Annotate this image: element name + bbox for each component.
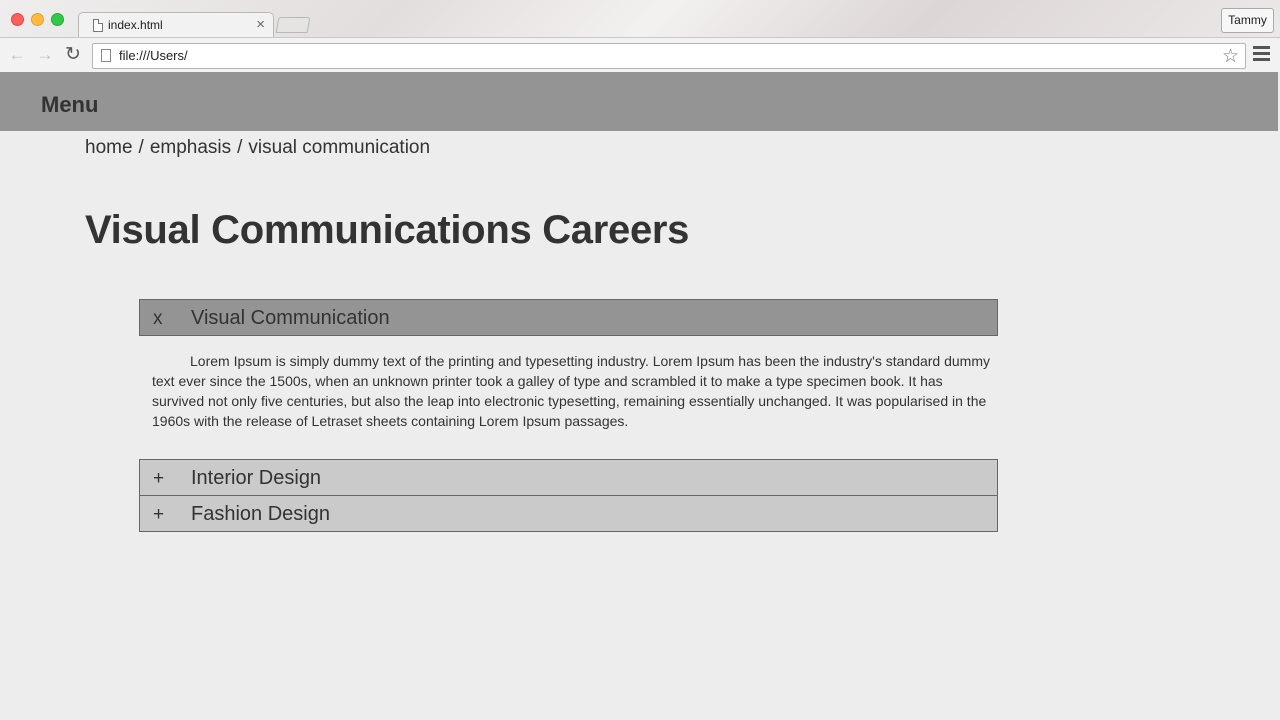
site-header: Menu <box>0 72 1278 131</box>
browser-toolbar: ← → ↻ file:///Users/ ☆ <box>0 37 1280 72</box>
address-bar[interactable]: file:///Users/ ☆ <box>92 43 1246 69</box>
page-title: Visual Communications Careers <box>85 208 690 252</box>
forward-arrow-icon[interactable]: → <box>35 43 55 67</box>
accordion-header-fashion-design[interactable]: + Fashion Design <box>139 495 998 532</box>
page-icon <box>101 49 111 62</box>
breadcrumb-separator: / <box>138 137 144 158</box>
accordion-label: Visual Communication <box>191 307 390 329</box>
accordion-header-visual-communication[interactable]: x Visual Communication <box>139 299 998 336</box>
breadcrumb-current: visual communication <box>248 137 431 158</box>
reload-icon[interactable]: ↻ <box>63 43 83 67</box>
window-maximize-button[interactable] <box>51 13 64 26</box>
career-accordion: x Visual Communication Lorem Ipsum is si… <box>139 299 998 532</box>
window-minimize-button[interactable] <box>31 13 44 26</box>
accordion-panel-visual-communication: Lorem Ipsum is simply dummy text of the … <box>152 353 991 429</box>
new-tab-button[interactable] <box>275 17 311 33</box>
url-text[interactable]: file:///Users/ <box>119 48 188 63</box>
breadcrumb-emphasis[interactable]: emphasis <box>150 137 231 158</box>
expand-icon[interactable]: + <box>153 504 164 526</box>
window-close-button[interactable] <box>11 13 24 26</box>
breadcrumb-home[interactable]: home <box>85 137 133 158</box>
menu-button[interactable]: Menu <box>41 92 98 118</box>
browser-chrome: index.html × Tammy ← → ↻ file:///Users/ … <box>0 0 1280 72</box>
accordion-header-interior-design[interactable]: + Interior Design <box>139 459 998 496</box>
profile-button[interactable]: Tammy <box>1221 8 1274 33</box>
browser-tab[interactable]: index.html × <box>78 12 274 38</box>
back-arrow-icon[interactable]: ← <box>7 43 27 67</box>
document-icon <box>93 19 103 32</box>
tab-title: index.html <box>108 18 163 32</box>
accordion-label: Interior Design <box>191 467 322 489</box>
tab-close-icon[interactable]: × <box>256 16 265 33</box>
accordion-label: Fashion Design <box>191 503 330 525</box>
breadcrumb: home / emphasis / visual communication <box>85 137 430 159</box>
hamburger-menu-icon[interactable] <box>1253 46 1270 64</box>
bookmark-star-icon[interactable]: ☆ <box>1222 45 1239 68</box>
collapse-icon[interactable]: x <box>153 308 163 330</box>
breadcrumb-separator: / <box>237 137 243 158</box>
expand-icon[interactable]: + <box>153 468 164 490</box>
